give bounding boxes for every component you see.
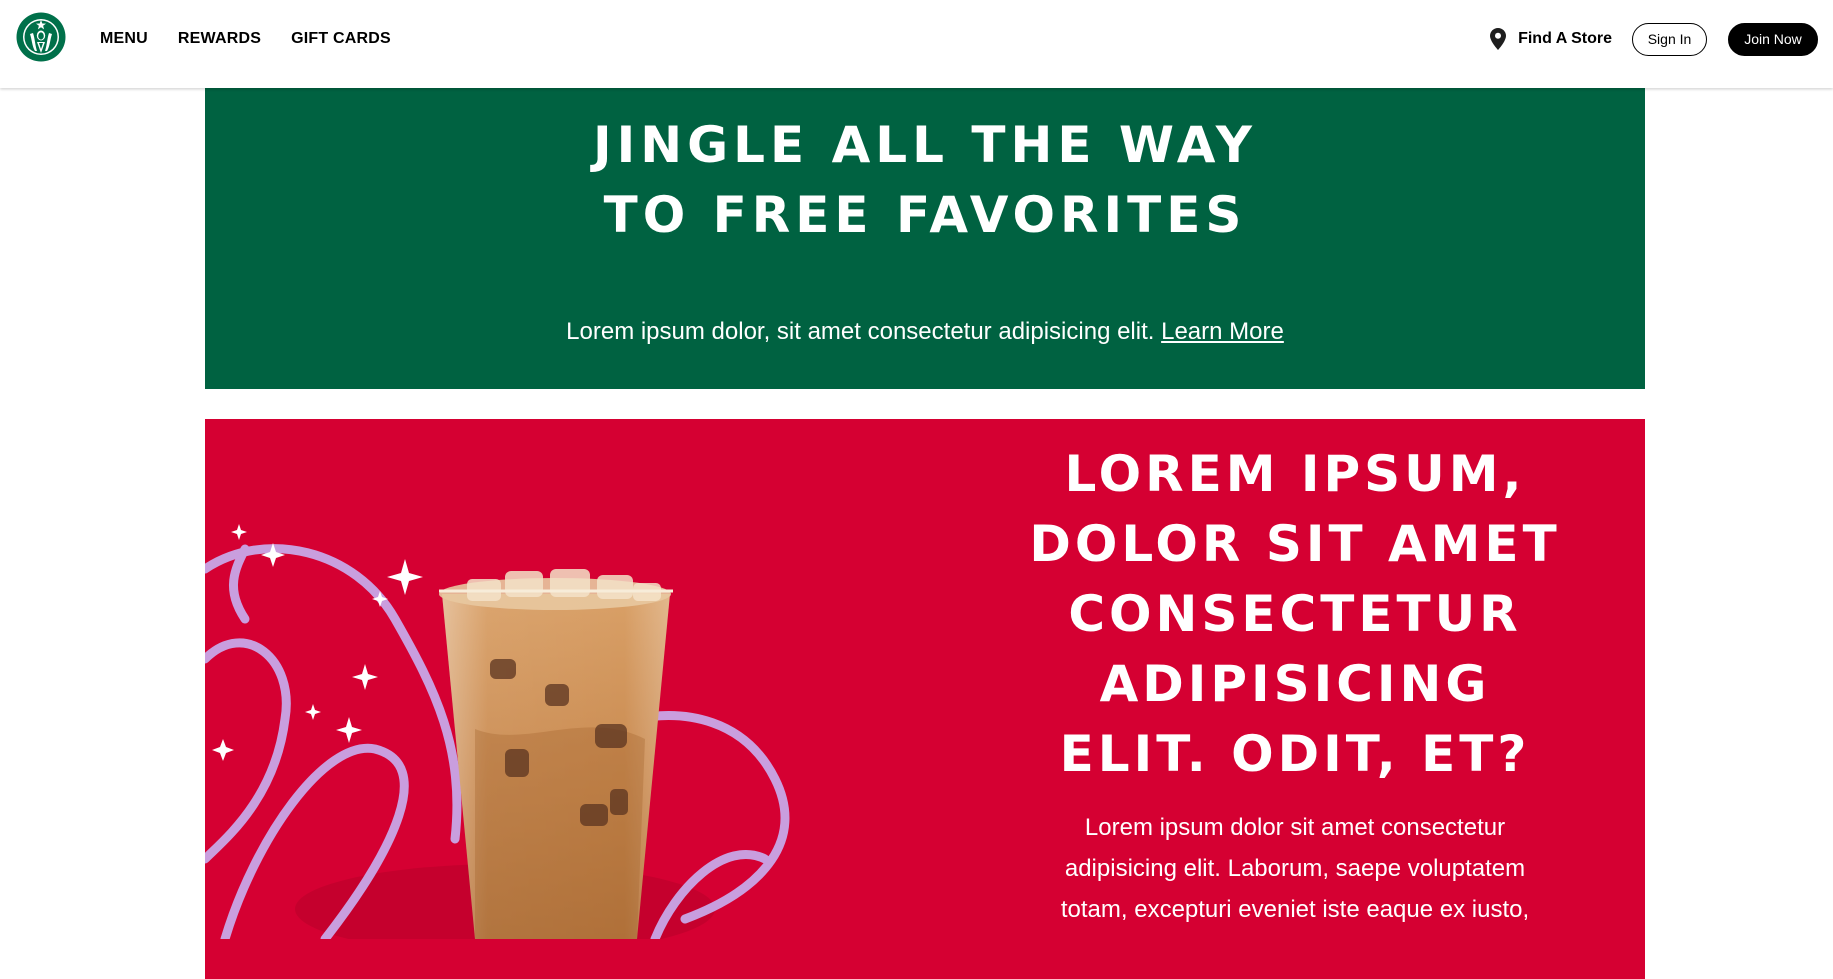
join-now-button[interactable]: Join Now xyxy=(1728,22,1818,56)
coffee-glass xyxy=(439,569,673,939)
promo-title: LOREM IPSUM, DOLOR SIT AMET CONSECTETUR … xyxy=(1029,445,1561,783)
holiday-promo: LOREM IPSUM, DOLOR SIT AMET CONSECTETUR … xyxy=(205,419,1645,979)
site-header: MENU REWARDS GIFT CARDS Find A Store Sig… xyxy=(0,0,1833,88)
rewards-banner-text: Lorem ipsum dolor, sit amet consectetur … xyxy=(565,311,1285,352)
main-nav: MENU REWARDS GIFT CARDS xyxy=(100,0,391,78)
map-pin-icon xyxy=(1490,28,1507,50)
rewards-banner-body: Lorem ipsum dolor, sit amet consectetur … xyxy=(566,318,1155,345)
promo-copy: LOREM IPSUM, DOLOR SIT AMET CONSECTETUR … xyxy=(1015,439,1575,930)
learn-more-link[interactable]: Learn More xyxy=(1161,318,1284,345)
nav-gift-cards-link[interactable]: GIFT CARDS xyxy=(291,30,391,48)
nav-rewards-link[interactable]: REWARDS xyxy=(178,30,261,48)
iced-coffee-image xyxy=(205,524,790,939)
header-actions: Find A Store Sign In Join Now xyxy=(1490,0,1818,78)
rewards-banner: JINGLE ALL THE WAY TO FREE FAVORITES Lor… xyxy=(205,88,1645,389)
find-store-label: Find A Store xyxy=(1518,30,1612,47)
nav-menu-link[interactable]: MENU xyxy=(100,30,148,48)
starbucks-logo-icon[interactable] xyxy=(16,12,66,62)
sign-in-button[interactable]: Sign In xyxy=(1632,22,1707,56)
find-store-link[interactable]: Find A Store xyxy=(1490,28,1612,50)
promo-text: Lorem ipsum dolor sit amet consectetur a… xyxy=(1060,814,1530,923)
rewards-banner-title: JINGLE ALL THE WAY TO FREE FAVORITES xyxy=(593,116,1257,244)
